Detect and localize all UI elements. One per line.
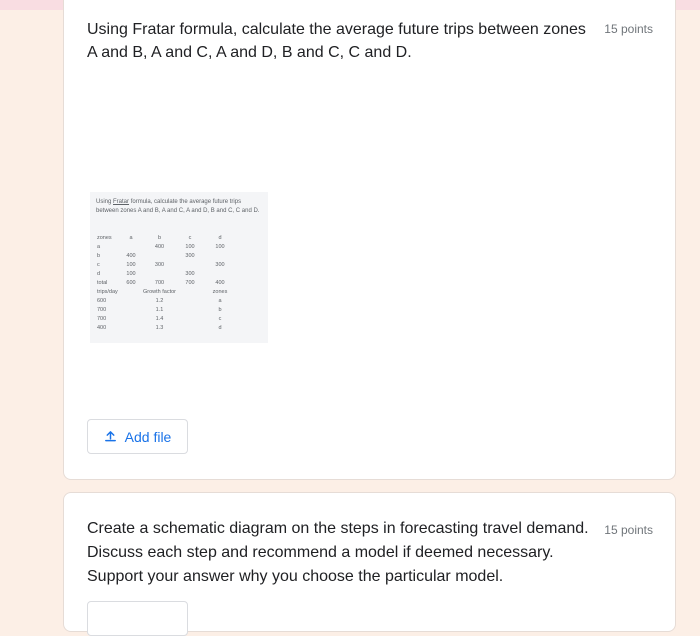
table-cell xyxy=(204,269,236,278)
question-card-2: Create a schematic diagram on the steps … xyxy=(63,492,676,636)
table-row: 600 1.2 a xyxy=(94,296,236,305)
table-cell: 700 xyxy=(185,279,195,286)
table-cell: c xyxy=(97,261,100,268)
table-row: c 100 300 300 xyxy=(94,260,236,269)
table-cell: d xyxy=(218,234,222,241)
table-cell: a xyxy=(129,234,133,241)
table-cell: 700 xyxy=(97,315,107,322)
table-cell: 700 xyxy=(154,279,165,286)
table-cell: 400 xyxy=(97,324,107,331)
table-cell xyxy=(143,251,176,260)
table-row: zones a b c d xyxy=(94,233,236,242)
add-file-button[interactable] xyxy=(87,601,188,636)
table-cell xyxy=(176,287,204,296)
table-cell: a xyxy=(97,243,101,250)
trip-table: zones a b c d a 400 100 100 b 400 300 c 100 300 300 d 100… xyxy=(94,233,236,332)
table-row: b 400 300 xyxy=(94,251,236,260)
question-text: Using Fratar formula, calculate the aver… xyxy=(87,21,586,61)
table-cell: 1.2 xyxy=(155,297,164,304)
table-cell: 300 xyxy=(185,252,195,259)
table-cell: c xyxy=(188,234,192,241)
table-cell: c xyxy=(218,315,222,322)
table-row: 700 1.1 b xyxy=(94,305,236,314)
table-cell: Growth factor xyxy=(143,288,177,295)
table-cell: b xyxy=(157,234,162,241)
table-cell: 700 xyxy=(97,306,107,313)
upload-icon xyxy=(104,431,116,442)
table-row: d 100 300 xyxy=(94,269,236,278)
table-cell: b xyxy=(97,252,101,259)
table-cell: a xyxy=(218,297,222,304)
table-cell: 100 xyxy=(185,243,195,250)
table-cell: 1.3 xyxy=(155,324,164,331)
table-cell: d xyxy=(218,324,222,331)
table-cell xyxy=(119,305,143,314)
table-cell: 300 xyxy=(215,261,225,268)
table-cell: 600 xyxy=(126,279,136,286)
table-cell: zones xyxy=(97,234,112,241)
image-title: Using Fratar formula, calculate the aver… xyxy=(96,199,260,214)
table-cell xyxy=(143,269,176,278)
table-cell: 1.4 xyxy=(155,315,164,322)
table-cell xyxy=(176,323,204,332)
table-cell xyxy=(119,242,143,251)
table-row: 700 1.4 c xyxy=(94,314,236,323)
question-text: Create a schematic diagram on the steps … xyxy=(87,520,589,585)
table-cell: zones xyxy=(212,288,228,295)
table-cell: 100 xyxy=(126,261,136,268)
table-cell xyxy=(176,296,204,305)
table-cell xyxy=(119,296,143,305)
table-row: 400 1.3 d xyxy=(94,323,236,332)
table-row: a 400 100 100 xyxy=(94,242,236,251)
table-cell: 300 xyxy=(154,261,165,268)
table-row: total 600 700 700 400 xyxy=(94,278,236,287)
add-file-button[interactable]: Add file xyxy=(87,419,188,454)
table-cell xyxy=(119,287,143,296)
table-cell xyxy=(176,314,204,323)
table-cell: 1.1 xyxy=(155,306,164,313)
points-label: 15 points xyxy=(604,22,653,36)
table-cell xyxy=(119,323,143,332)
table-cell xyxy=(119,314,143,323)
table-cell: 100 xyxy=(126,270,136,277)
table-row: trips/day Growth factor zones xyxy=(94,287,236,296)
table-cell: 300 xyxy=(185,270,195,277)
table-cell: 600 xyxy=(97,297,107,304)
question-card-1: Using Fratar formula, calculate the aver… xyxy=(63,0,676,480)
table-cell: 400 xyxy=(126,252,136,259)
table-cell: total xyxy=(97,279,108,286)
table-cell xyxy=(204,251,236,260)
table-cell: 100 xyxy=(215,243,225,250)
points-label: 15 points xyxy=(604,523,653,537)
table-cell xyxy=(176,305,204,314)
question-image[interactable]: Using Fratar formula, calculate the aver… xyxy=(90,192,268,343)
table-cell xyxy=(176,260,204,269)
table-cell: trips/day xyxy=(97,288,118,295)
add-file-label: Add file xyxy=(124,428,172,445)
table-cell: b xyxy=(218,306,222,313)
table-cell: 400 xyxy=(215,279,225,286)
table-cell: 400 xyxy=(154,243,165,250)
table-cell: d xyxy=(97,270,101,277)
